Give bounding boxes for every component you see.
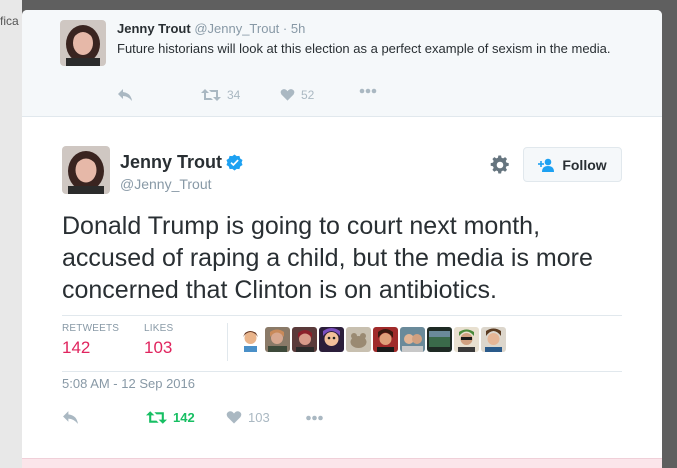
- follow-label: Follow: [562, 156, 607, 173]
- tweet-timestamp[interactable]: 5:08 AM - 12 Sep 2016: [62, 376, 195, 391]
- reply-button[interactable]: [117, 88, 133, 102]
- heart-icon: [280, 89, 295, 101]
- liker-avatar[interactable]: [400, 327, 425, 352]
- like-count: 103: [248, 410, 270, 425]
- main-tweet-name-row: Jenny Trout: [120, 152, 243, 173]
- settings-gear[interactable]: [490, 155, 510, 180]
- parent-tweet[interactable]: Jenny Trout @Jenny_Trout · 5h Future his…: [22, 10, 662, 117]
- parent-tweet-text: Future historians will look at this elec…: [117, 41, 611, 56]
- retweet-button[interactable]: 142: [146, 410, 195, 425]
- retweets-value: 142: [62, 338, 91, 357]
- main-tweet-text: Donald Trump is going to court next mont…: [62, 212, 593, 304]
- like-button[interactable]: 103: [226, 410, 270, 425]
- retweet-count: 142: [173, 410, 195, 425]
- retweets-label: RETWEETS: [62, 323, 120, 334]
- liker-avatar[interactable]: [481, 327, 506, 352]
- retweet-icon: [146, 411, 167, 424]
- follow-button[interactable]: Follow: [523, 147, 622, 182]
- retweets-stat[interactable]: RETWEETS 142: [62, 323, 119, 358]
- more-icon: [306, 415, 323, 421]
- liker-avatar[interactable]: [265, 327, 290, 352]
- likes-value: 103: [144, 338, 173, 357]
- parent-tweet-handle[interactable]: @Jenny_Trout: [194, 21, 279, 36]
- parent-tweet-time[interactable]: · 5h: [283, 21, 305, 36]
- liker-avatar[interactable]: [427, 327, 452, 352]
- verified-badge-icon: [226, 154, 243, 171]
- reply-icon: [63, 411, 78, 424]
- tweet-modal: Jenny Trout @Jenny_Trout · 5h Future his…: [22, 10, 662, 468]
- divider: [227, 323, 228, 361]
- reply-button[interactable]: [62, 410, 79, 425]
- liker-avatars: [238, 327, 506, 352]
- avatar[interactable]: [62, 146, 110, 194]
- retweet-button[interactable]: 34: [201, 88, 240, 102]
- likes-label: LIKES: [144, 323, 174, 334]
- likes-stat[interactable]: LIKES 103: [144, 323, 173, 358]
- liker-avatar[interactable]: [454, 327, 479, 352]
- more-button[interactable]: [305, 415, 324, 421]
- liker-avatar[interactable]: [346, 327, 371, 352]
- divider: [62, 315, 622, 316]
- reply-area-edge: [22, 458, 662, 468]
- parent-tweet-name[interactable]: Jenny Trout: [117, 21, 191, 36]
- liker-avatar[interactable]: [238, 327, 263, 352]
- background-page: fica: [0, 0, 22, 468]
- retweet-icon: [201, 89, 221, 101]
- like-button[interactable]: 52: [280, 88, 314, 102]
- parent-tweet-header: Jenny Trout @Jenny_Trout · 5h: [117, 21, 305, 36]
- reply-icon: [118, 89, 132, 101]
- more-icon: [359, 88, 377, 94]
- background-partial-text: fica: [0, 14, 19, 28]
- liker-avatar[interactable]: [292, 327, 317, 352]
- retweet-count: 34: [227, 88, 241, 102]
- more-button[interactable]: [359, 88, 377, 94]
- gear-icon: [490, 155, 509, 174]
- main-tweet-handle[interactable]: @Jenny_Trout: [120, 176, 212, 192]
- avatar[interactable]: [60, 20, 106, 66]
- main-tweet-name[interactable]: Jenny Trout: [120, 152, 222, 173]
- divider: [62, 371, 622, 372]
- like-count: 52: [301, 88, 315, 102]
- heart-icon: [226, 411, 242, 424]
- add-user-icon: [538, 158, 555, 172]
- liker-avatar[interactable]: [373, 327, 398, 352]
- liker-avatar[interactable]: [319, 327, 344, 352]
